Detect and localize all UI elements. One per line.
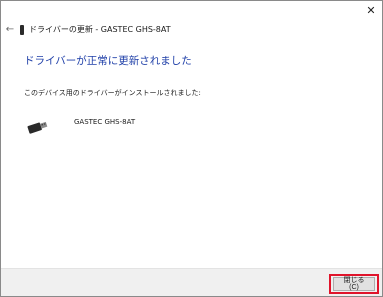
dialog-title: ドライバーの更新 - GASTEC GHS-8AT xyxy=(29,25,171,34)
dialog-footer: 閉じる(C) xyxy=(1,268,382,296)
device-name: GASTEC GHS-8AT xyxy=(74,118,136,126)
success-headline: ドライバーが正常に更新されました xyxy=(24,55,192,67)
back-arrow-icon[interactable]: ← xyxy=(3,23,17,37)
close-window-icon[interactable]: ✕ xyxy=(363,2,379,18)
usb-device-icon xyxy=(27,121,48,134)
install-message: このデバイス用のドライバーがインストールされました: xyxy=(24,89,201,97)
device-title-icon xyxy=(20,25,24,35)
driver-update-dialog: ✕ ← ドライバーの更新 - GASTEC GHS-8AT ドライバーが正常に更… xyxy=(0,0,383,297)
close-button[interactable]: 閉じる(C) xyxy=(333,277,375,291)
